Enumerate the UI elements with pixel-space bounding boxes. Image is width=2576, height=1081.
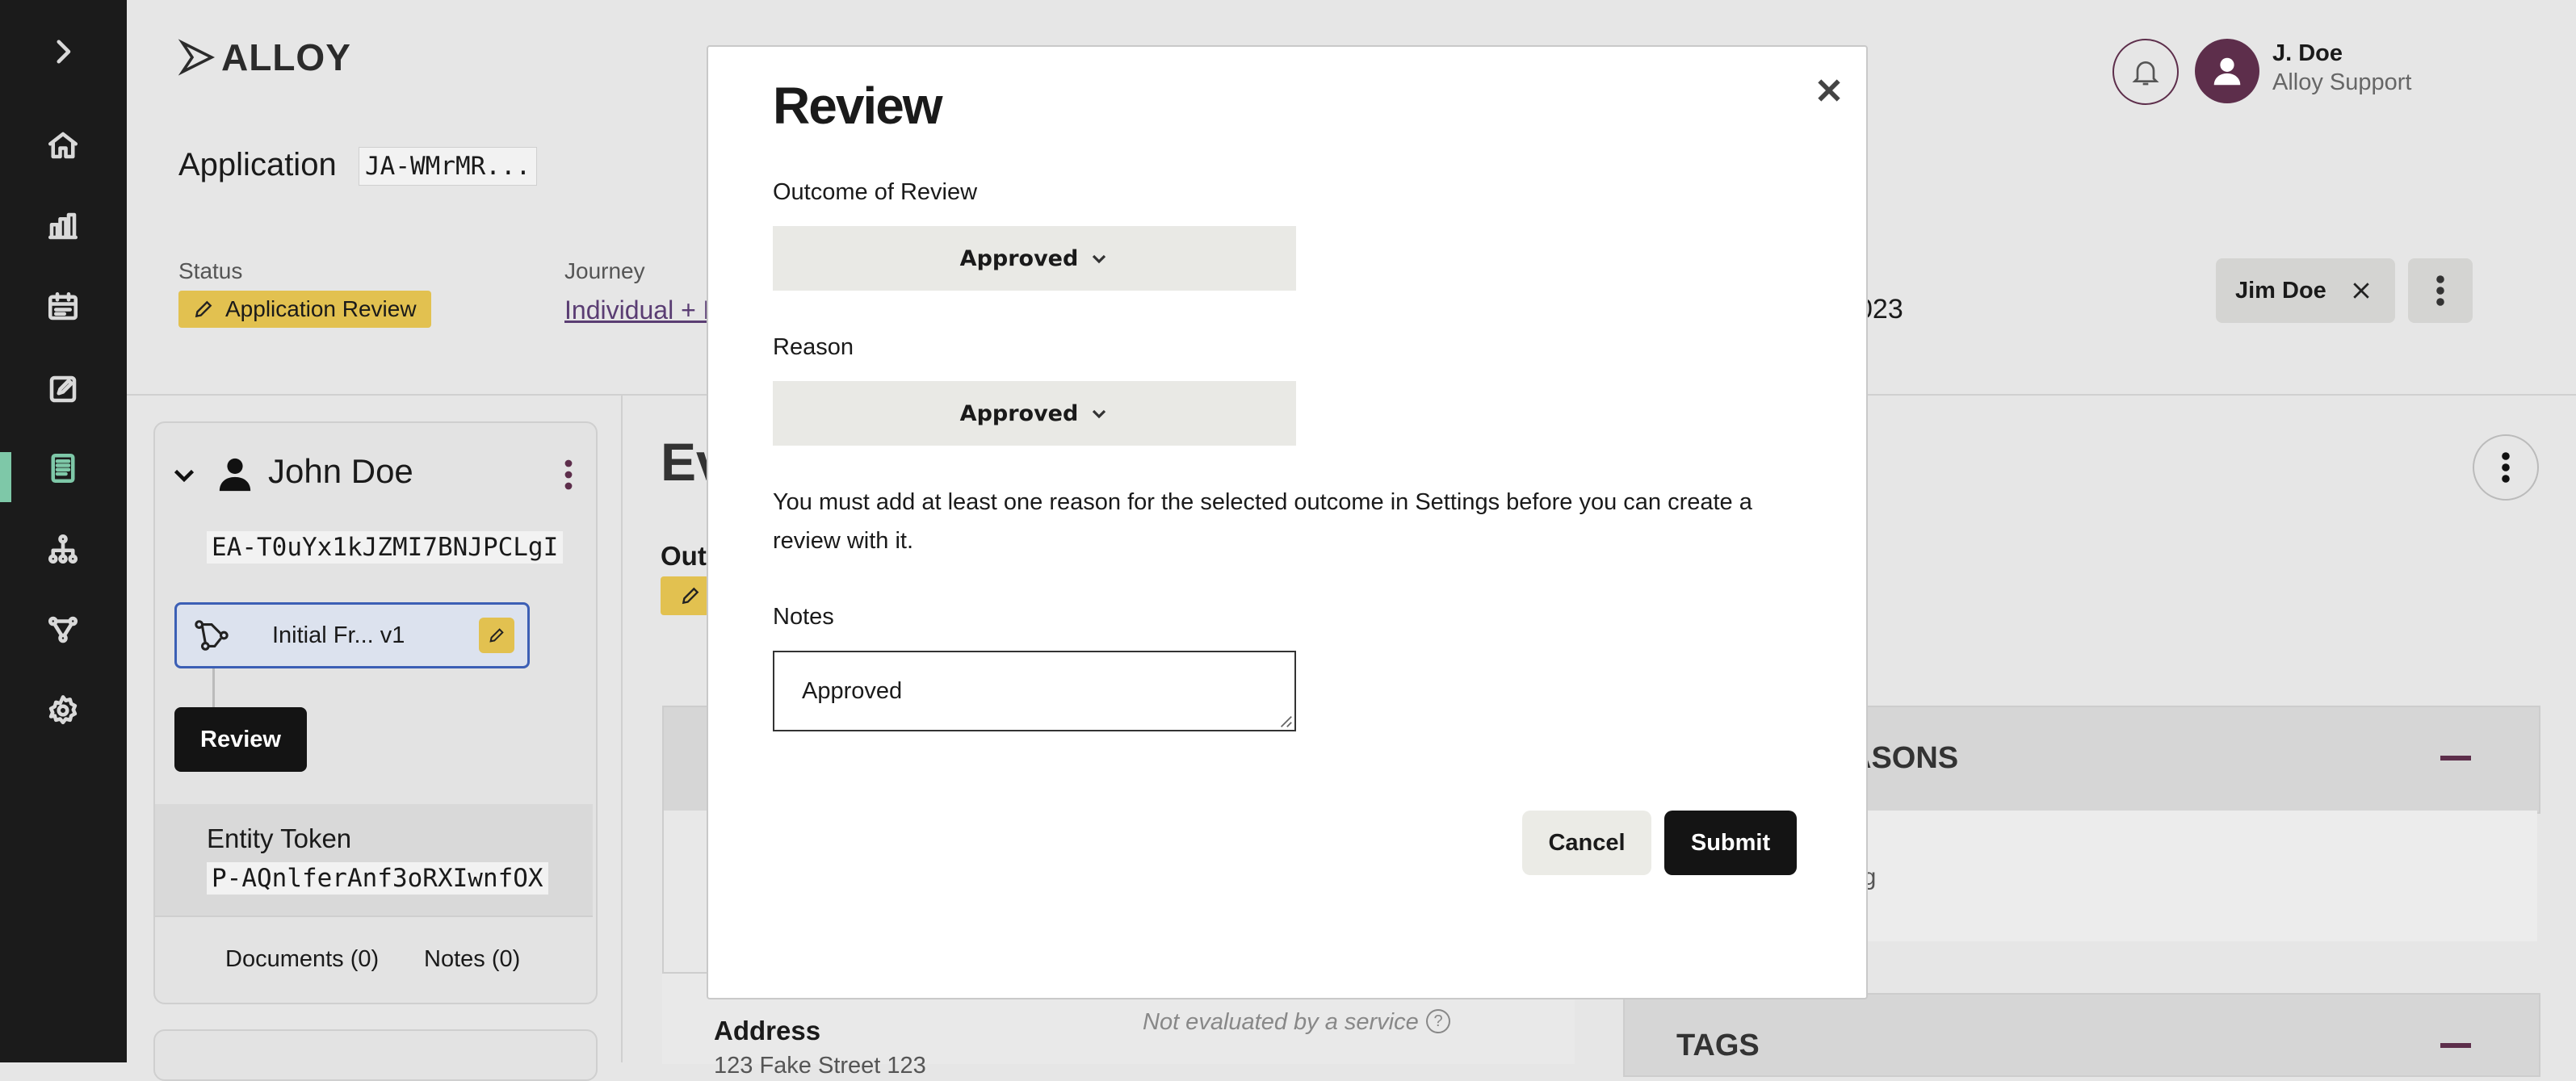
application-label: Application [178,147,337,182]
brand-logo[interactable]: ALLOY [178,36,351,79]
workflow-card[interactable]: Initial Fr... v1 [174,602,530,668]
review-modal: Review Outcome of Review Approved Reason… [707,45,1868,999]
close-icon[interactable] [1813,74,1845,111]
avatar[interactable] [2195,39,2259,103]
bar-chart-icon[interactable] [39,202,87,250]
close-icon[interactable] [2349,279,2373,303]
chevron-down-icon [1093,254,1106,264]
review-button[interactable]: Review [174,707,307,772]
application-id[interactable]: JA-WMrMR... [359,147,538,186]
hierarchy-icon[interactable] [39,525,87,573]
workflow-icon [195,620,229,651]
outcome-select-value: Approved [959,245,1079,271]
main-menu-button[interactable] [2473,434,2539,501]
outcome-badge [661,576,709,615]
cancel-button[interactable]: Cancel [1522,811,1651,875]
tags-heading: TAGS [1676,1029,1760,1062]
minus-icon[interactable] [2440,756,2471,760]
status-badge-text: Application Review [225,296,417,321]
entity-menu-button[interactable] [557,459,580,495]
resize-handle-icon[interactable] [1278,714,1293,728]
help-icon[interactable]: ? [1426,1009,1450,1033]
status-badge[interactable]: Application Review [178,291,431,328]
entity-id[interactable]: EA-T0uYx1kJZMI7BNJPCLgI [207,531,564,564]
column-divider [621,396,623,1062]
entity-panel-divider [155,915,593,917]
entity-token-label: Entity Token [207,823,352,853]
reason-select[interactable]: Approved [773,381,1296,446]
address-status: Not evaluated by a service [1143,1009,1419,1035]
modal-title: Review [773,77,943,135]
gear-icon[interactable] [39,686,87,735]
documents-link[interactable]: Documents (0) [225,946,379,973]
document-icon[interactable] [39,444,87,492]
user-name: J. Doe [2272,40,2343,66]
tags-card-header [1623,993,2540,1077]
address-label: Address [714,1016,821,1045]
home-icon[interactable] [39,121,87,170]
pencil-icon [489,628,504,643]
entity-token-section [155,804,593,915]
logo-text: ALLOY [221,36,351,78]
left-nav-rail [0,0,127,1062]
kebab-icon [2502,452,2510,483]
notifications-button[interactable] [2112,39,2179,105]
journey-label: Journey [564,258,645,283]
avatar-icon [2213,57,2241,86]
entity-name[interactable]: John Doe [268,452,413,491]
minus-icon[interactable] [2440,1043,2471,1048]
entity-token-value[interactable]: P-AQnlferAnf3oRXIwnfOX [207,862,548,895]
notes-link[interactable]: Notes (0) [424,946,520,973]
workflow-connector [212,668,215,709]
reason-select-value: Approved [959,400,1079,426]
outcome-heading: Out [661,541,707,571]
logo-mark-icon [178,39,216,76]
calendar-icon[interactable] [39,283,87,331]
address-value: 123 Fake Street 123 [714,1053,926,1079]
pencil-icon [195,300,212,318]
submit-button[interactable]: Submit [1664,811,1797,875]
notes-textarea[interactable]: Approved [773,651,1296,731]
outcome-label: Outcome of Review [773,179,978,205]
notes-label: Notes [773,604,834,630]
journey-link[interactable]: Individual + B [564,295,720,325]
edit-square-icon[interactable] [39,365,87,413]
outcome-select[interactable]: Approved [773,226,1296,291]
bell-icon [2132,61,2159,86]
more-options-button[interactable] [2408,258,2473,323]
workflow-label: Initial Fr... v1 [272,622,405,648]
chevron-right-icon[interactable] [39,27,87,76]
person-icon [216,454,254,498]
reason-label: Reason [773,334,854,360]
chevron-down-icon[interactable] [170,460,199,493]
active-nav-indicator [0,452,11,502]
workflow-edit-button[interactable] [479,618,514,653]
workflow-icon[interactable] [39,605,87,654]
kebab-icon [564,459,573,490]
reason-info-text: You must add at least one reason for the… [773,489,1752,554]
notes-textarea-value: Approved [802,677,903,704]
kebab-icon [2436,275,2444,306]
status-label: Status [178,258,243,283]
chevron-down-icon [1093,409,1106,419]
assignee-chip[interactable]: Jim Doe [2216,258,2395,323]
user-org: Alloy Support [2272,69,2412,95]
secondary-entity-panel [153,1029,598,1081]
assignee-name: Jim Doe [2235,277,2326,304]
pencil-icon [682,587,699,605]
